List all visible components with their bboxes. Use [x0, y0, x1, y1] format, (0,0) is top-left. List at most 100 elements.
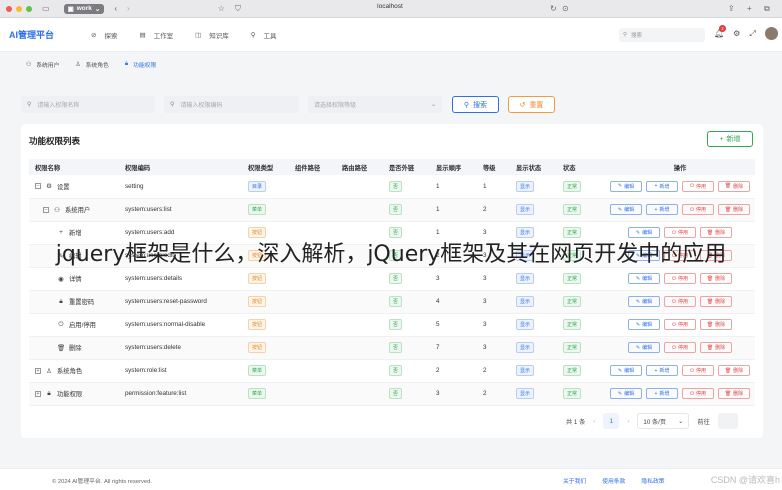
grid-icon: ▤	[139, 31, 146, 39]
add-child-button[interactable]: + 新增	[646, 180, 678, 192]
permission-name: 功能权限	[57, 391, 83, 398]
shield-icon[interactable]: ⛉	[235, 4, 241, 14]
disable-button[interactable]: ⏻ 停用	[682, 388, 714, 399]
window-controls[interactable]	[6, 5, 32, 12]
power-icon: ⏻	[690, 206, 694, 213]
nav-knowledge[interactable]: ◫ 知识库	[195, 30, 229, 40]
power-icon: ⏻	[58, 320, 64, 328]
status-badge: 正常	[563, 180, 582, 192]
edit-button[interactable]: ✎ 编辑	[628, 342, 660, 353]
bell-icon[interactable]: 🔔︎ 2	[714, 25, 726, 38]
nav-studio[interactable]: ▤ 工作室	[139, 30, 173, 40]
edit-icon: ✎	[635, 344, 641, 351]
edit-button[interactable]: ✎ 编辑	[610, 365, 642, 376]
edit-button[interactable]: ✎ 编辑	[610, 388, 642, 399]
disable-button[interactable]: ⏻ 停用	[664, 342, 696, 353]
permission-name-input[interactable]: ⚲ 请输入权限名称	[21, 96, 155, 113]
sidebar-icon[interactable]: ▭	[42, 4, 50, 13]
add-child-button[interactable]: + 新增	[646, 204, 678, 215]
edit-button[interactable]: ✎ 编辑	[628, 296, 660, 307]
page-size-select[interactable]: 10 条/页 ⌄	[637, 413, 690, 429]
visibility-badge: 显示	[516, 319, 535, 330]
cell-status: 正常	[557, 175, 599, 199]
delete-button[interactable]: 🗑︎ 删除	[700, 319, 732, 330]
close-window-button[interactable]	[6, 5, 12, 12]
crumb-system-users[interactable]: ⚇ 系统用户	[26, 60, 60, 70]
footer-link-privacy[interactable]: 隐私政策	[641, 476, 664, 485]
footer-link-about[interactable]: 关于我们	[563, 476, 586, 485]
cell-type: 按钮	[242, 267, 289, 291]
avatar[interactable]	[764, 27, 778, 40]
type-badge: 目录	[248, 180, 267, 192]
new-tab-icon[interactable]: +	[747, 4, 752, 13]
forward-icon[interactable]: ›	[127, 4, 130, 13]
tab-group-chip[interactable]: ▣ work ⌄	[63, 3, 105, 14]
crumb-label: 系统用户	[36, 63, 60, 69]
address-bar[interactable]: localhost	[340, 3, 440, 10]
delete-button[interactable]: 🗑︎ 删除	[718, 180, 750, 192]
nav-tools[interactable]: ⚲ 工具	[251, 30, 277, 40]
global-search-input[interactable]: ⚲ 搜索	[619, 28, 705, 42]
edit-icon: ✎	[617, 367, 623, 374]
external-badge: 否	[389, 365, 403, 376]
download-icon[interactable]: ⊙	[562, 4, 569, 13]
edit-button[interactable]: ✎ 编辑	[628, 319, 660, 330]
expand-icon[interactable]: ⤢	[749, 29, 755, 39]
permission-code-input[interactable]: ⚲ 请输入权限编码	[164, 96, 299, 113]
next-page-icon[interactable]: ›	[627, 418, 629, 425]
back-icon[interactable]: ‹	[114, 4, 117, 13]
power-icon: ⏻	[690, 183, 694, 190]
tabs-overview-icon[interactable]: ⧉	[764, 4, 770, 14]
jump-page-input[interactable]	[717, 413, 738, 429]
expand-icon[interactable]: +	[35, 367, 41, 374]
disable-button[interactable]: ⏻ 停用	[664, 273, 696, 284]
power-icon: ⏻	[672, 275, 676, 282]
star-icon[interactable]: ☆	[218, 4, 225, 13]
placeholder: 请选择权限等级	[314, 103, 357, 109]
plus-icon: +	[719, 135, 724, 143]
disable-button[interactable]: ⏻ 停用	[682, 204, 714, 215]
cell-name: 🗑︎ 删除	[29, 336, 119, 360]
maximize-window-button[interactable]	[26, 5, 32, 12]
minimize-window-button[interactable]	[16, 5, 22, 12]
cell-visibility: 显示	[510, 382, 557, 406]
help-icon[interactable]: ⚙	[733, 29, 740, 38]
permission-level-select[interactable]: 请选择权限等级 ⌄	[308, 96, 442, 113]
add-child-button[interactable]: + 新增	[646, 365, 678, 376]
delete-button[interactable]: 🗑︎ 删除	[700, 296, 732, 307]
disable-button[interactable]: ⏻ 停用	[682, 365, 714, 376]
reset-button[interactable]: ↺ 重置	[508, 96, 555, 113]
table-header: 权限名称 权限编码 权限类型 组件路径 路由路径 是否外链 显示顺序 等级 显示…	[29, 159, 755, 175]
delete-button[interactable]: 🗑︎ 删除	[700, 273, 732, 284]
delete-button[interactable]: 🗑︎ 删除	[718, 204, 750, 215]
search-button-label: 搜索	[473, 101, 488, 109]
page-button-1[interactable]: 1	[603, 413, 620, 429]
prev-page-icon[interactable]: ‹	[593, 418, 595, 425]
cell-actions: ✎ 编辑 ⏻ 停用 🗑︎ 删除	[599, 313, 755, 337]
collapse-icon[interactable]: −	[35, 183, 41, 190]
brand-logo[interactable]: AI管理平台	[9, 28, 79, 41]
disable-button[interactable]: ⏻ 停用	[682, 180, 714, 192]
delete-button[interactable]: 🗑︎ 删除	[718, 388, 750, 399]
add-child-button[interactable]: + 新增	[646, 388, 678, 399]
delete-button[interactable]: 🗑︎ 删除	[700, 342, 732, 353]
crumb-system-roles[interactable]: ♙ 系统角色	[75, 60, 108, 70]
edit-button[interactable]: ✎ 编辑	[610, 180, 642, 192]
delete-button[interactable]: 🗑︎ 删除	[718, 365, 750, 376]
edit-button[interactable]: ✎ 编辑	[610, 204, 642, 215]
footer-link-terms[interactable]: 使用条款	[602, 476, 625, 485]
watermark: CSDN @请欢喜h	[710, 475, 780, 485]
share-icon[interactable]: ⇪	[728, 4, 735, 13]
cell-component	[289, 359, 336, 383]
crumb-feature-permissions[interactable]: 🔒︎ 功能权限	[125, 60, 156, 69]
edit-button[interactable]: ✎ 编辑	[628, 273, 660, 284]
reload-icon[interactable]: ↻	[550, 4, 557, 13]
add-permission-button[interactable]: + 新增	[707, 131, 753, 147]
expand-icon[interactable]: +	[35, 390, 41, 397]
collapse-icon[interactable]: −	[43, 206, 49, 213]
nav-explore[interactable]: ⊘ 探索	[91, 30, 117, 40]
cell-route	[336, 336, 383, 360]
disable-button[interactable]: ⏻ 停用	[664, 319, 696, 330]
search-button[interactable]: ⚲ 搜索	[452, 96, 499, 113]
disable-button[interactable]: ⏻ 停用	[664, 296, 696, 307]
